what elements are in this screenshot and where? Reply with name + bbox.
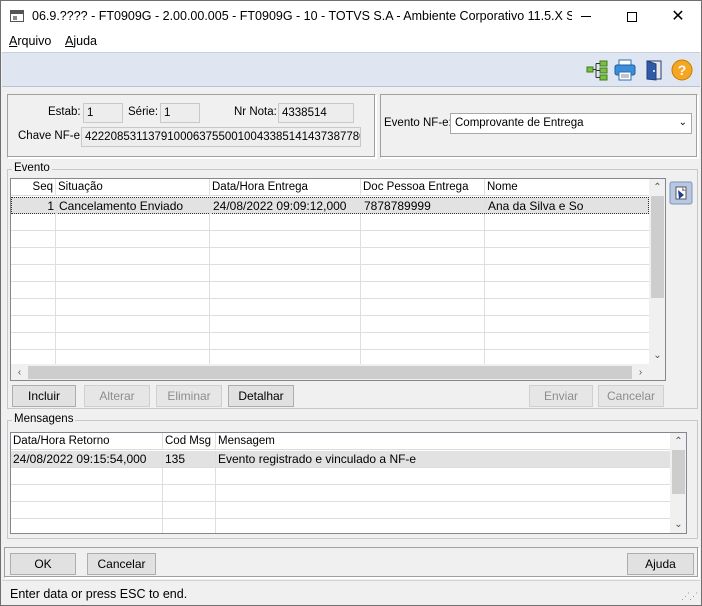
evento-grid[interactable]: Seq Situação Data/Hora Entrega Doc Pesso… xyxy=(10,178,666,381)
window-title: 06.9.???? - FT0909G - 2.00.00.005 - FT09… xyxy=(32,9,572,23)
empty-row[interactable] xyxy=(11,519,670,533)
alterar-button[interactable]: Alterar xyxy=(84,385,150,407)
scroll-down-icon[interactable]: ⌄ xyxy=(670,516,686,533)
empty-row[interactable] xyxy=(11,485,670,502)
cell-situacao: Cancelamento Enviado xyxy=(57,198,211,214)
enviar-button[interactable]: Enviar xyxy=(529,385,593,407)
evento-grid-header: Seq Situação Data/Hora Entrega Doc Pesso… xyxy=(11,179,649,196)
title-bar: 06.9.???? - FT0909G - 2.00.00.005 - FT09… xyxy=(1,1,701,32)
nota-info-panel: Estab: 1 Série: 1 Nr Nota: 4338514 Chave… xyxy=(7,94,376,158)
menu-ajuda-label: juda xyxy=(73,34,97,48)
col-data-hora-retorno[interactable]: Data/Hora Retorno xyxy=(11,433,163,450)
cell-seq: 1 xyxy=(12,198,57,214)
cell-data-hora-retorno: 24/08/2022 09:15:54,000 xyxy=(11,451,163,467)
ok-button[interactable]: OK xyxy=(10,553,76,575)
app-window: 06.9.???? - FT0909G - 2.00.00.005 - FT09… xyxy=(0,0,702,606)
menu-ajuda[interactable]: Ajuda xyxy=(65,34,97,48)
empty-row[interactable] xyxy=(11,502,670,519)
scroll-down-icon[interactable]: ⌄ xyxy=(649,347,665,364)
scroll-up-icon[interactable]: ⌃ xyxy=(670,433,686,450)
mensagens-group-title: Mensagens xyxy=(12,413,76,425)
col-situacao[interactable]: Situação xyxy=(56,179,210,196)
table-row[interactable]: 24/08/2022 09:15:54,000 135 Evento regis… xyxy=(11,451,670,468)
col-data-hora-entrega[interactable]: Data/Hora Entrega xyxy=(210,179,361,196)
menu-arquivo-label: rquivo xyxy=(17,34,52,48)
empty-row[interactable] xyxy=(11,468,670,485)
serie-field[interactable]: 1 xyxy=(160,103,200,123)
empty-row[interactable] xyxy=(11,299,649,316)
col-seq[interactable]: Seq xyxy=(11,179,56,196)
evento-horizontal-scrollbar[interactable]: ‹ › xyxy=(11,364,665,380)
maximize-icon xyxy=(627,11,637,22)
help-icon[interactable]: ? xyxy=(671,59,693,81)
close-icon: ✕ xyxy=(671,7,685,25)
evento-vscroll-thumb[interactable] xyxy=(651,196,664,298)
evento-group-title: Evento xyxy=(12,162,52,174)
estab-label: Estab: xyxy=(48,106,81,118)
empty-row[interactable] xyxy=(11,316,649,333)
detalhar-button[interactable]: Detalhar xyxy=(228,385,294,407)
evento-nfe-panel: Evento NF-e: Comprovante de Entrega ⌄ xyxy=(380,94,698,158)
chevron-down-icon: ⌄ xyxy=(678,117,687,128)
mensagens-vscroll-thumb[interactable] xyxy=(672,450,685,494)
close-button[interactable]: ✕ xyxy=(655,1,701,32)
printer-icon[interactable] xyxy=(614,59,636,81)
app-window-icon xyxy=(10,10,24,22)
table-row[interactable]: 1 Cancelamento Enviado 24/08/2022 09:09:… xyxy=(11,197,649,214)
serie-label: Série: xyxy=(128,106,159,118)
evento-nfe-value: Comprovante de Entrega xyxy=(455,117,584,129)
svg-text:?: ? xyxy=(678,62,687,78)
eliminar-button[interactable]: Eliminar xyxy=(156,385,222,407)
chave-nfe-field[interactable]: 4222085311379100063755001004338514143738… xyxy=(81,127,361,147)
cell-mensagem: Evento registrado e vinculado a NF-e xyxy=(218,452,417,466)
empty-row[interactable] xyxy=(11,231,649,248)
cell-doc-pessoa: 7878789999 xyxy=(362,198,486,214)
empty-row[interactable] xyxy=(11,333,649,350)
evento-nfe-label: Evento NF-e: xyxy=(384,117,452,129)
cell-data-hora: 24/08/2022 09:09:12,000 xyxy=(211,198,362,214)
maximize-button[interactable] xyxy=(609,1,655,32)
empty-row[interactable] xyxy=(11,282,649,299)
evento-vertical-scrollbar[interactable]: ⌃ ⌄ xyxy=(649,179,665,364)
scroll-right-icon[interactable]: › xyxy=(632,364,649,380)
evento-hscroll-thumb[interactable] xyxy=(28,366,632,379)
menu-bar: Arquivo Ajuda xyxy=(1,32,701,52)
col-nome[interactable]: Nome xyxy=(485,179,649,196)
scroll-up-icon[interactable]: ⌃ xyxy=(649,179,665,196)
cancelar-evento-button[interactable]: Cancelar xyxy=(598,385,664,407)
col-cod-msg[interactable]: Cod Msg xyxy=(163,433,216,450)
empty-row[interactable] xyxy=(11,265,649,282)
mensagens-vertical-scrollbar[interactable]: ⌃ ⌄ xyxy=(670,433,686,533)
status-bar: Enter data or press ESC to end. ⋰⋰ xyxy=(2,580,700,605)
nr-nota-field[interactable]: 4338514 xyxy=(278,103,354,123)
cancelar-button[interactable]: Cancelar xyxy=(87,553,156,575)
ajuda-button[interactable]: Ajuda xyxy=(627,553,694,575)
status-text: Enter data or press ESC to end. xyxy=(10,587,188,601)
resize-grip-icon[interactable]: ⋰⋰ xyxy=(681,591,698,602)
empty-row[interactable] xyxy=(11,214,649,231)
chave-nfe-label: Chave NF-e: xyxy=(18,130,84,142)
mensagens-grid[interactable]: Data/Hora Retorno Cod Msg Mensagem 24/08… xyxy=(10,432,687,534)
footer-panel: OK Cancelar Ajuda xyxy=(4,547,699,578)
toolbar: ? xyxy=(2,52,700,87)
cell-cod-msg: 135 xyxy=(163,451,216,467)
scroll-left-icon[interactable]: ‹ xyxy=(11,364,28,380)
empty-row[interactable] xyxy=(11,248,649,265)
incluir-button[interactable]: Incluir xyxy=(12,385,76,407)
note-view-icon[interactable] xyxy=(669,181,693,205)
exit-door-icon[interactable] xyxy=(643,59,665,81)
estab-field[interactable]: 1 xyxy=(83,103,123,123)
col-mensagem[interactable]: Mensagem xyxy=(216,433,670,450)
minimize-icon xyxy=(581,16,591,17)
nr-nota-label: Nr Nota: xyxy=(234,106,277,118)
menu-arquivo[interactable]: Arquivo xyxy=(9,34,51,48)
mensagens-grid-header: Data/Hora Retorno Cod Msg Mensagem xyxy=(11,433,670,450)
hierarchy-icon[interactable] xyxy=(586,59,608,81)
col-doc-pessoa-entrega[interactable]: Doc Pessoa Entrega xyxy=(361,179,485,196)
evento-nfe-select[interactable]: Comprovante de Entrega ⌄ xyxy=(450,113,692,134)
cell-nome: Ana da Silva e So xyxy=(488,199,584,213)
minimize-button[interactable] xyxy=(563,1,609,32)
